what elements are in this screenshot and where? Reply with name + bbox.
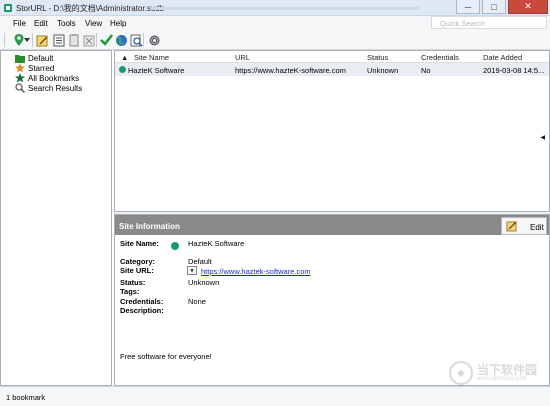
title-bar: StorURL - D:\我的文档\Administrator.sudb ─ □… [0,0,550,16]
sidebar-item-default[interactable]: Default [15,53,53,63]
globe-icon[interactable] [113,32,129,48]
all-bookmarks-icon [15,73,25,83]
menu-tools[interactable]: Tools [57,19,76,28]
scroll-arrow-icon[interactable]: ◀ [540,134,545,141]
quick-search-input[interactable]: Quick Search [431,16,547,29]
settings-icon[interactable] [146,32,162,48]
toolbar-grip [4,33,5,47]
sidebar-item-starred[interactable]: Starred [15,63,54,73]
site-url-label: Site URL: [120,266,154,275]
menu-help[interactable]: Help [110,19,126,28]
site-name-value: HazteK Software [188,239,245,248]
search-results-icon [15,83,25,93]
cell-url: https://www.hazteK-software.com [235,66,346,75]
toolbar-separator [96,33,97,47]
window-controls: ─ □ ✕ [454,0,548,14]
cell-date-added: 2019-03-08 14:5... [483,66,545,75]
toolbar-separator [143,33,144,47]
edit-button-label: Edit [530,223,544,232]
sidebar-item-search-results[interactable]: Search Results [15,83,82,93]
tags-label: Tags: [120,287,140,296]
edit-icon[interactable] [34,32,50,48]
edit-button[interactable]: Edit [501,217,547,235]
status-dot-icon [171,242,179,250]
column-header-site-name[interactable]: Site Name [134,53,169,62]
url-dropdown-button[interactable]: ▼ [187,266,197,275]
sidebar-item-all-bookmarks[interactable]: All Bookmarks [15,73,79,83]
edit-icon [506,221,517,232]
credentials-value: None [188,297,206,306]
title-bar-blur [150,7,420,10]
grid-header: ▲ Site Name URL Status Credentials Date … [115,51,549,63]
column-header-url[interactable]: URL [235,53,250,62]
notes-icon[interactable] [51,32,67,48]
bookmark-grid: ▲ Site Name URL Status Credentials Date … [114,50,550,212]
menu-file[interactable]: File [13,19,26,28]
copy-icon[interactable] [66,32,82,48]
cell-credentials: No [421,66,431,75]
dropdown-arrow-icon[interactable] [23,32,31,48]
status-text: 1 bookmark [6,393,46,402]
column-header-credentials[interactable]: Credentials [421,53,459,62]
watermark-text-cn: 当下软件园 [477,363,538,377]
sidebar: Default Starred All Bookmarks Search Res… [0,50,112,386]
folder-icon [15,53,25,63]
star-icon [15,63,25,73]
site-url-link[interactable]: https://www.haztek-software.com [201,267,311,276]
watermark: ◆ 当下软件园 www.downxia.com [449,359,537,387]
table-row[interactable]: HazteK Software https://www.hazteK-softw… [115,63,549,76]
description-text: Free software for everyone! [120,352,212,361]
close-button[interactable]: ✕ [508,0,548,14]
minimize-button[interactable]: ─ [456,0,480,14]
column-header-date-added[interactable]: Date Added [483,53,522,62]
sidebar-item-label: All Bookmarks [28,73,80,83]
status-dot-icon [119,66,126,73]
status-label: Status: [120,278,146,287]
site-name-label: Site Name: [120,239,159,248]
window-title: StorURL - D:\我的文档\Administrator.sudb [16,4,165,13]
credentials-label: Credentials: [120,297,164,306]
sidebar-item-label: Starred [28,63,55,73]
menu-edit[interactable]: Edit [34,19,48,28]
cell-site-name: HazteK Software [128,66,185,75]
menu-view[interactable]: View [85,19,102,28]
sidebar-item-label: Search Results [28,83,83,93]
category-label: Category: [120,257,156,266]
toolbar [0,30,550,50]
cell-status: Unknown [367,66,399,75]
sort-indicator-icon[interactable]: ▲ [121,53,128,62]
site-info-panel: Site Information Edit Site Name: HazteK … [114,214,550,386]
find-icon[interactable] [128,32,144,48]
category-value: Default [188,257,212,266]
app-icon [4,4,12,12]
status-bar: 1 bookmark [0,386,550,406]
watermark-logo-icon: ◆ [449,361,473,385]
site-info-header: Site Information Edit [115,215,549,235]
maximize-button[interactable]: □ [482,0,506,14]
toolbar-separator [32,33,33,47]
sidebar-item-label: Default [28,53,54,63]
column-header-status[interactable]: Status [367,53,388,62]
status-value: Unknown [188,278,220,287]
site-info-title: Site Information [119,222,180,231]
description-label: Description: [120,306,164,315]
check-icon[interactable] [98,32,114,48]
delete-icon[interactable] [81,32,97,48]
